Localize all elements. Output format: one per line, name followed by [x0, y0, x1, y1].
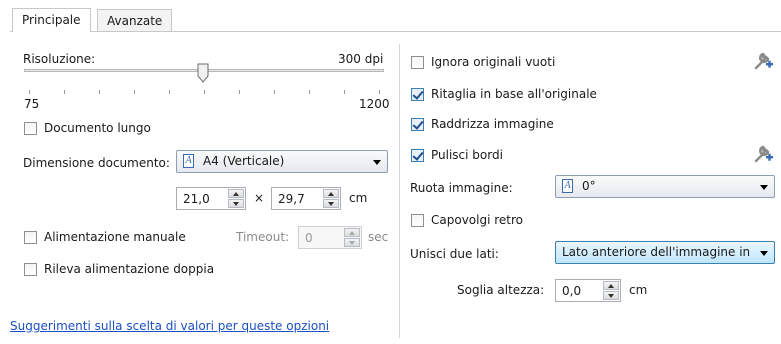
- slider-tick: [239, 90, 240, 94]
- spin-down-icon[interactable]: [603, 291, 619, 300]
- tab-label: Principale: [22, 13, 81, 27]
- slider-tick: [29, 90, 30, 94]
- resolution-max-label: 1200: [359, 97, 390, 111]
- long-document-label: Documento lungo: [44, 121, 151, 135]
- slider-tick: [169, 90, 170, 94]
- ignore-blank-label: Ignora originali vuoti: [431, 55, 556, 69]
- width-spinbox[interactable]: 21,0: [176, 187, 246, 210]
- slider-tick: [344, 90, 345, 94]
- resolution-label: Risoluzione:: [23, 52, 96, 66]
- width-value: 21,0: [183, 192, 210, 206]
- ignore-blank-checkbox[interactable]: [411, 56, 424, 69]
- deskew-checkbox[interactable]: [411, 118, 424, 131]
- resolution-slider-thumb[interactable]: [197, 63, 209, 83]
- slider-tick: [204, 90, 205, 94]
- clean-edges-label: Pulisci bordi: [431, 148, 503, 162]
- rotate-value: 0°: [582, 179, 596, 193]
- resolution-value: 300 dpi: [338, 52, 384, 66]
- height-threshold-label: Soglia altezza:: [457, 283, 545, 297]
- manual-feed-label: Alimentazione manuale: [44, 230, 186, 244]
- slider-tick: [274, 90, 275, 94]
- height-threshold-unit: cm: [629, 283, 648, 297]
- wrench-plus-icon[interactable]: [752, 50, 774, 72]
- long-document-checkbox[interactable]: [24, 122, 37, 135]
- times-symbol: ×: [254, 191, 265, 205]
- crop-checkbox[interactable]: [411, 88, 424, 101]
- document-page-icon: A: [562, 179, 573, 193]
- timeout-unit: sec: [368, 230, 389, 244]
- merge-sides-dropdown[interactable]: Lato anteriore dell'immagine in: [555, 241, 775, 264]
- slider-tick: [309, 90, 310, 94]
- double-feed-checkbox[interactable]: [24, 263, 37, 276]
- slider-tick: [64, 90, 65, 94]
- tab-avanzate[interactable]: Avanzate: [97, 9, 173, 31]
- crop-label: Ritaglia in base all'originale: [431, 87, 597, 101]
- slider-tick: [379, 90, 380, 94]
- document-size-label: Dimensione documento:: [23, 156, 170, 170]
- rotate-dropdown[interactable]: A 0°: [555, 175, 775, 198]
- tab-label: Avanzate: [107, 14, 163, 28]
- wrench-plus-icon[interactable]: [752, 143, 774, 165]
- document-size-value: A4 (Verticale): [203, 154, 285, 168]
- manual-feed-checkbox[interactable]: [24, 231, 37, 244]
- double-feed-label: Rileva alimentazione doppia: [44, 262, 215, 276]
- tips-link[interactable]: Suggerimenti sulla scelta di valori per …: [10, 319, 329, 333]
- timeout-spinbox[interactable]: 0: [298, 226, 362, 249]
- resolution-min-label: 75: [24, 97, 40, 111]
- timeout-label: Timeout:: [236, 230, 290, 244]
- spin-down-icon[interactable]: [344, 238, 360, 247]
- document-page-icon: A: [183, 154, 194, 168]
- deskew-label: Raddrizza immagine: [431, 117, 554, 131]
- clean-edges-checkbox[interactable]: [411, 149, 424, 162]
- timeout-value: 0: [305, 231, 313, 245]
- flip-back-checkbox[interactable]: [411, 214, 424, 227]
- height-value: 29,7: [278, 192, 305, 206]
- chevron-down-icon: [373, 160, 381, 165]
- column-divider: [399, 44, 400, 338]
- height-threshold-spinbox[interactable]: 0,0: [555, 279, 621, 302]
- tab-principale[interactable]: Principale: [12, 8, 91, 32]
- spin-down-icon[interactable]: [323, 199, 339, 208]
- tab-strip: Principale Avanzate: [0, 0, 781, 34]
- slider-tick: [134, 90, 135, 94]
- chevron-down-icon: [760, 185, 768, 190]
- spin-up-icon[interactable]: [344, 228, 360, 237]
- spin-down-icon[interactable]: [228, 199, 244, 208]
- height-spinbox[interactable]: 29,7: [271, 187, 341, 210]
- merge-sides-label: Unisci due lati:: [410, 247, 499, 261]
- slider-tick: [99, 90, 100, 94]
- chevron-down-icon: [760, 251, 768, 256]
- merge-sides-value: Lato anteriore dell'immagine in: [562, 245, 750, 259]
- document-size-dropdown[interactable]: A A4 (Verticale): [176, 150, 388, 173]
- size-unit-label: cm: [349, 191, 368, 205]
- spin-up-icon[interactable]: [228, 189, 244, 198]
- spin-up-icon[interactable]: [603, 281, 619, 290]
- height-threshold-value: 0,0: [562, 284, 582, 298]
- rotate-label: Ruota immagine:: [410, 181, 513, 195]
- spin-up-icon[interactable]: [323, 189, 339, 198]
- flip-back-label: Capovolgi retro: [431, 213, 524, 227]
